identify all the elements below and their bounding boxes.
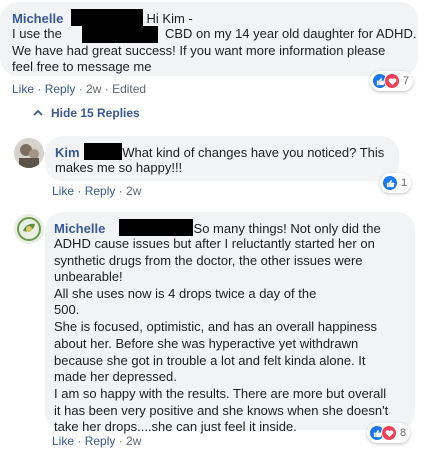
reaction-summary[interactable]: 8 xyxy=(367,423,411,443)
timestamp[interactable]: 2w xyxy=(126,184,141,198)
comment-text-line: synthetic drugs from the doctor, the oth… xyxy=(54,253,363,268)
comment-text-line: All she uses now is 4 drops twice a day … xyxy=(54,286,317,301)
comment-text-line: about her. Before she was hyperactive ye… xyxy=(54,336,359,351)
reply-link[interactable]: Reply xyxy=(85,184,116,198)
comment-text-line: I use the xyxy=(12,26,62,41)
comment-author[interactable]: Michelle xyxy=(54,221,105,236)
like-link[interactable]: Like xyxy=(52,184,74,198)
avatar[interactable] xyxy=(14,214,44,244)
comment-text-line: CBD on my 14 year old daughter for ADHD. xyxy=(165,26,417,41)
hide-replies-label: Hide 15 Replies xyxy=(51,106,140,120)
comment-text-line: ADHD cause issues but after I reluctantl… xyxy=(54,236,375,251)
reply-link[interactable]: Reply xyxy=(85,434,116,448)
comment-text-line: 500. xyxy=(54,302,80,317)
reaction-count: 1 xyxy=(401,177,408,189)
chevron-up-icon xyxy=(33,109,43,116)
comment-text-line: So many things! Not only did the xyxy=(193,221,381,236)
love-reaction-icon xyxy=(384,73,400,89)
comment-author[interactable]: Kim xyxy=(55,145,80,160)
like-link[interactable]: Like xyxy=(12,82,34,96)
comment-actions: Like · Reply · 2w xyxy=(52,184,142,198)
redacted-name xyxy=(118,219,193,236)
like-link[interactable]: Like xyxy=(52,434,74,448)
reaction-summary[interactable]: 1 xyxy=(380,173,412,193)
comment-text-line: because she got in trouble a lot and fel… xyxy=(54,353,366,368)
comment-text-line: She is focused, optimistic, and has an o… xyxy=(54,319,378,334)
comment-bubble: Michelle So many things! Not only did th… xyxy=(45,212,415,434)
comment-text-line: it has been very positive and she knows … xyxy=(54,403,389,418)
comment-text-line: What kind of changes have you noticed? T… xyxy=(122,145,385,160)
comment-text-line: We have had great success! If you want m… xyxy=(12,43,386,58)
comment-text-line: I am so happy with the results. There ar… xyxy=(54,386,387,401)
reaction-summary[interactable]: 7 xyxy=(370,71,414,91)
redacted-name xyxy=(70,9,143,26)
redacted-brand xyxy=(82,26,158,43)
edited-label[interactable]: Edited xyxy=(112,82,146,96)
timestamp[interactable]: 2w xyxy=(86,82,101,96)
hide-replies-link[interactable]: Hide 15 Replies xyxy=(33,106,140,120)
comment-author[interactable]: Michelle xyxy=(12,11,63,26)
reaction-count: 7 xyxy=(403,75,410,87)
comment-text-line: unbearable! xyxy=(54,269,123,284)
like-reaction-icon xyxy=(382,175,398,191)
avatar[interactable] xyxy=(14,138,44,168)
comment-text-line: feel free to message me xyxy=(12,59,152,74)
timestamp[interactable]: 2w xyxy=(126,434,141,448)
redacted-name xyxy=(83,143,122,160)
love-reaction-icon xyxy=(381,425,397,441)
reply-link[interactable]: Reply xyxy=(45,82,76,96)
comment-text-line: Hi Kim - xyxy=(146,11,193,26)
comment-bubble: Michelle Hi Kim - I use the CBD on my 14… xyxy=(0,2,418,76)
comment-text-line: made her depressed. xyxy=(54,369,177,384)
reaction-count: 8 xyxy=(400,427,407,439)
comment-bubble: Kim What kind of changes have you notice… xyxy=(45,136,399,181)
comment-actions: Like · Reply · 2w xyxy=(52,434,142,448)
comment-text-line: makes me so happy!!! xyxy=(55,160,183,175)
comment-actions: Like · Reply · 2w · Edited xyxy=(12,82,147,96)
